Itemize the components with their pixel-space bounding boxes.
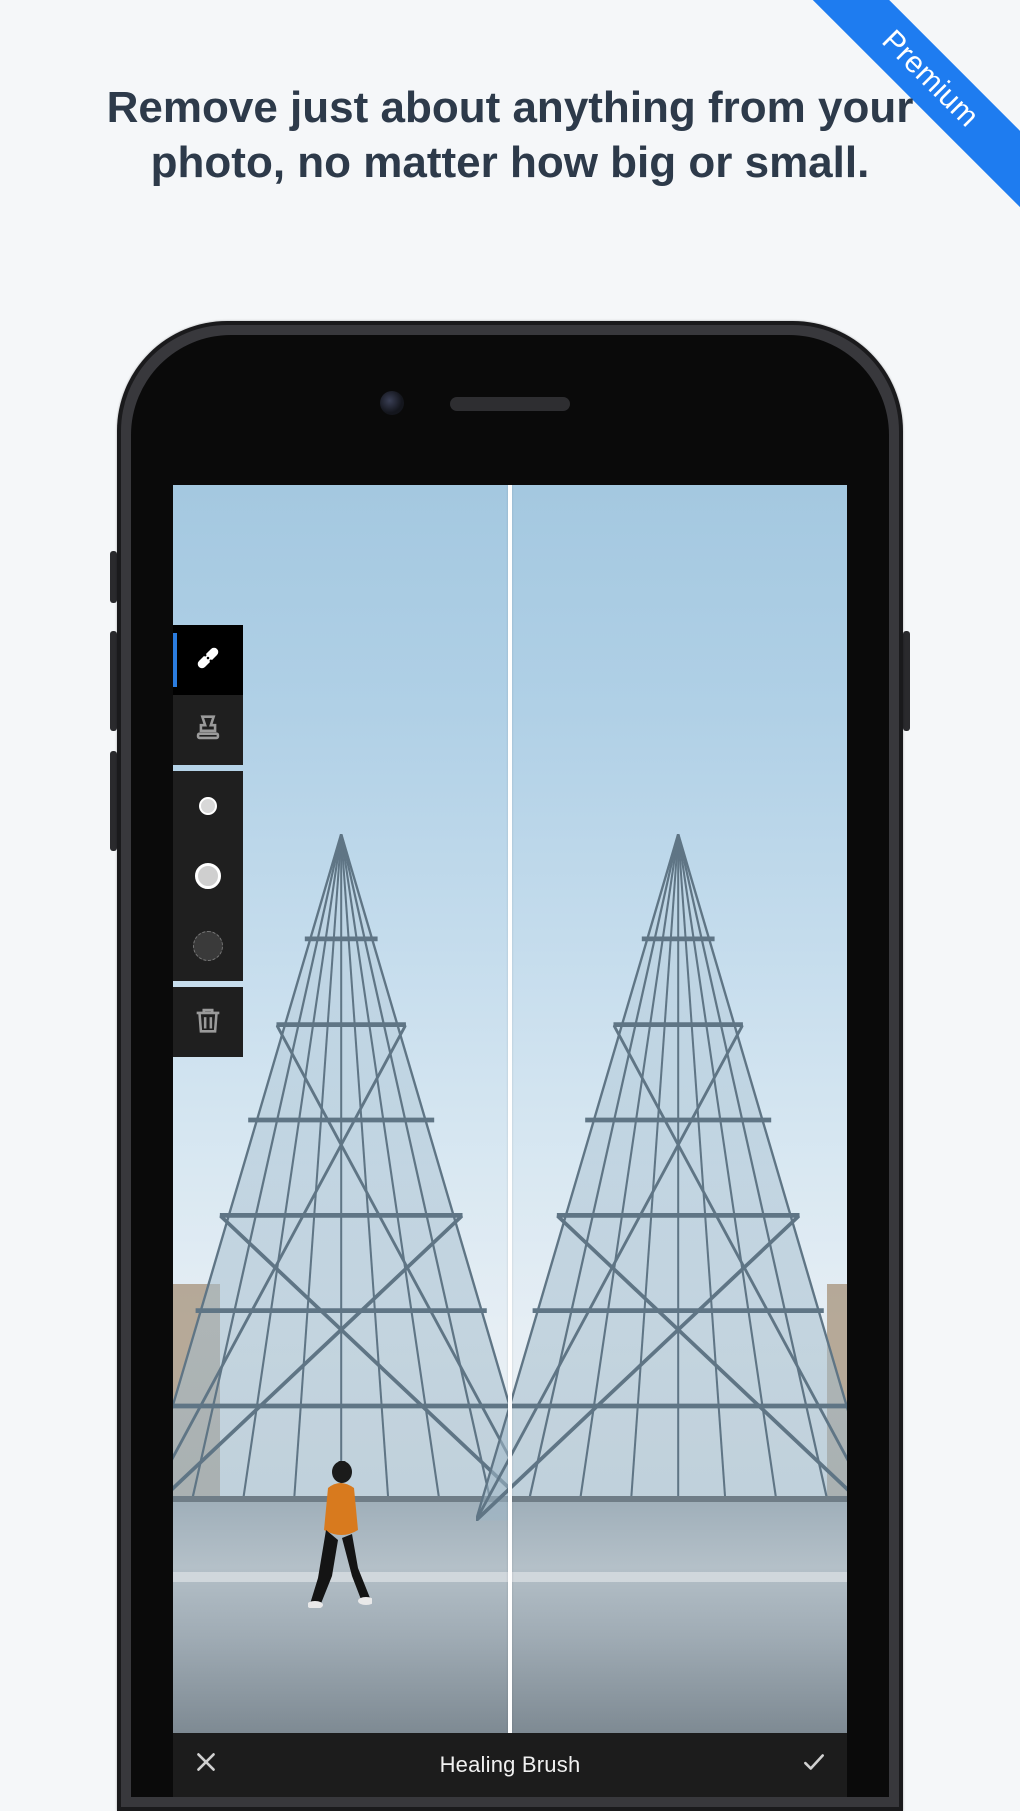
promo-headline: Remove just about anything from your pho…	[0, 80, 1020, 190]
dot-icon	[199, 797, 217, 815]
healing-brush-tool[interactable]	[173, 625, 243, 695]
brush-size-group	[173, 771, 243, 981]
dot-icon	[195, 863, 221, 889]
tool-mode-group	[173, 625, 243, 765]
photo-canvas[interactable]	[173, 485, 847, 1733]
clone-stamp-tool[interactable]	[173, 695, 243, 765]
tool-title: Healing Brush	[221, 1752, 799, 1778]
app-screen: Healing Brush	[173, 485, 847, 1797]
stamp-icon	[191, 711, 225, 750]
bottom-bar: Healing Brush	[173, 1733, 847, 1797]
compare-divider[interactable]	[508, 485, 512, 1733]
device-camera	[380, 391, 404, 415]
pyramid-graphic	[476, 834, 847, 1520]
close-icon	[193, 1749, 219, 1781]
photo-after	[510, 485, 847, 1733]
confirm-button[interactable]	[799, 1750, 829, 1780]
cancel-button[interactable]	[191, 1750, 221, 1780]
brush-size-small[interactable]	[173, 771, 243, 841]
trash-icon	[191, 1003, 225, 1042]
device-frame: Healing Brush	[117, 321, 903, 1811]
device-earpiece	[450, 397, 570, 411]
trash-group	[173, 987, 243, 1057]
person-before	[308, 1458, 372, 1608]
dot-icon	[193, 931, 223, 961]
bandage-icon	[191, 641, 225, 680]
check-icon	[801, 1749, 827, 1781]
tool-column	[173, 625, 243, 1057]
brush-size-hard[interactable]	[173, 911, 243, 981]
brush-size-medium[interactable]	[173, 841, 243, 911]
delete-spot-button[interactable]	[173, 987, 243, 1057]
